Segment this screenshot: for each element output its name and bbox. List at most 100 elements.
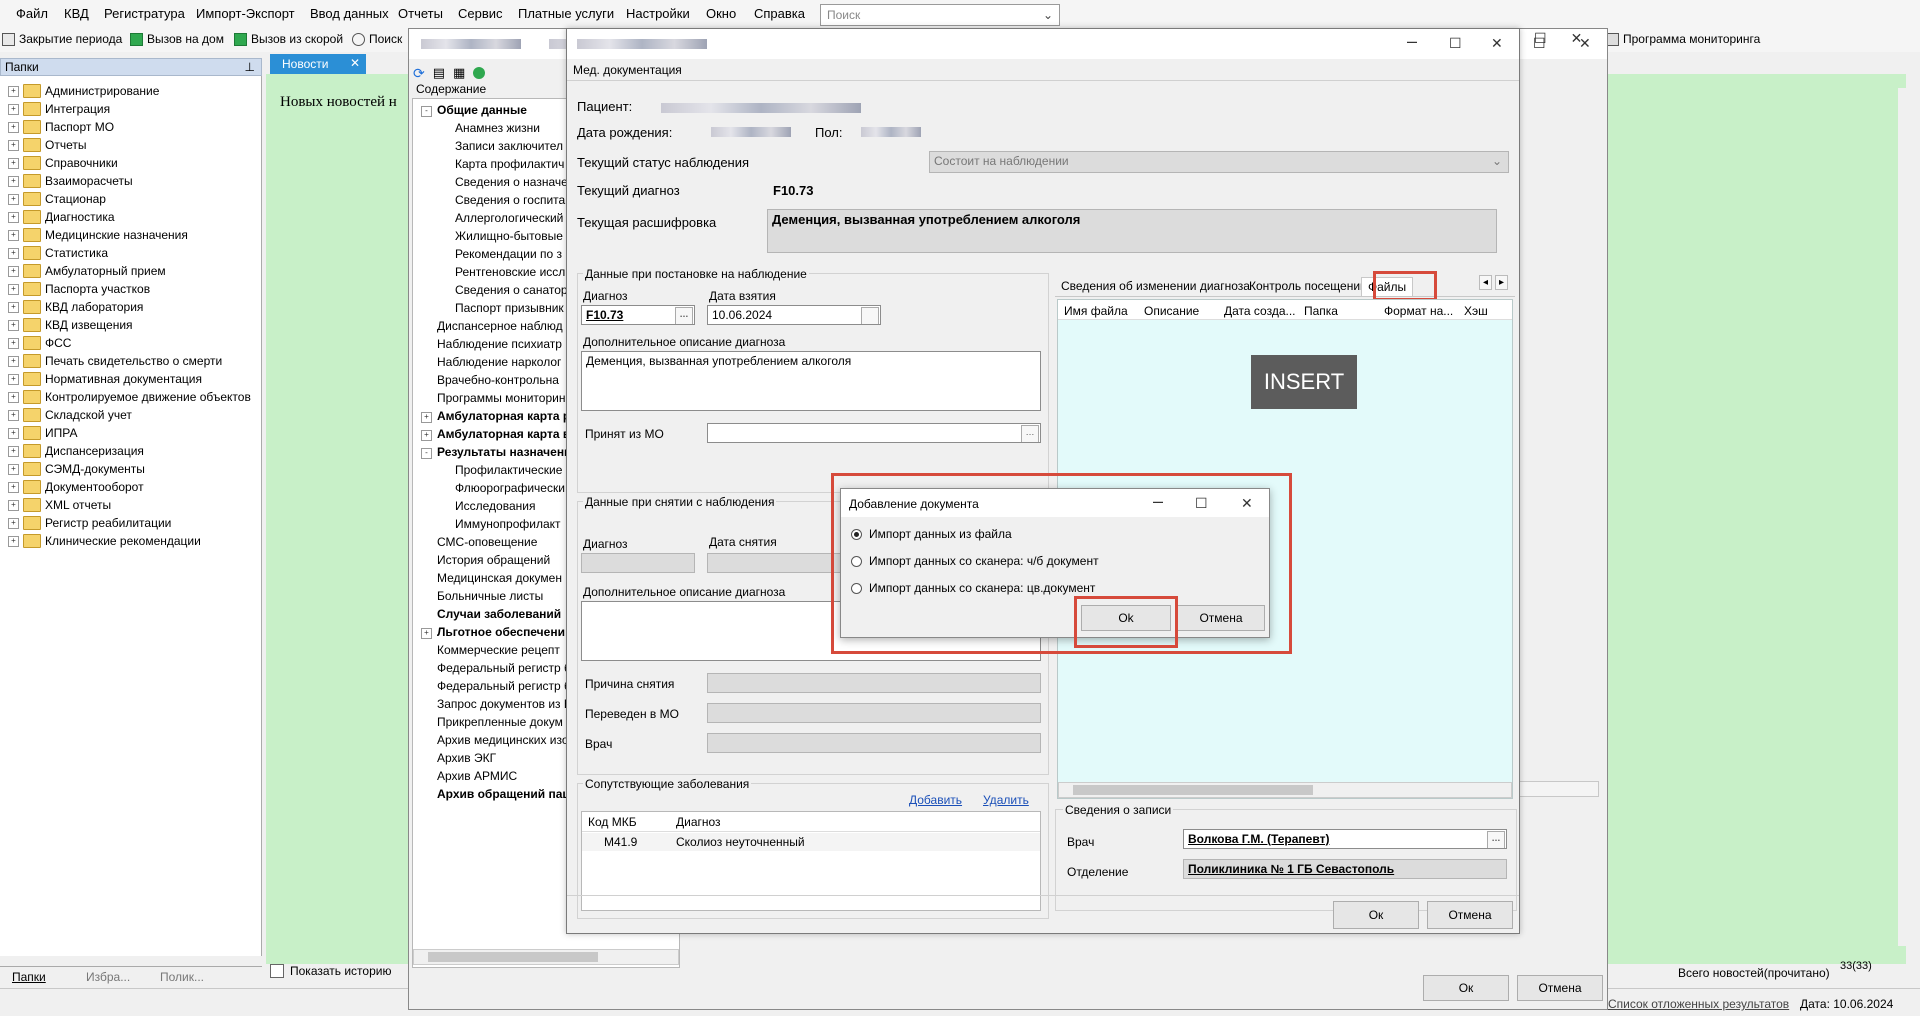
- maximize-icon[interactable]: ☐: [1195, 495, 1208, 512]
- tree-item[interactable]: Диспансерное наблюд: [437, 319, 563, 333]
- ellipsis-icon[interactable]: …: [1021, 425, 1039, 442]
- tree-scrollbar[interactable]: [413, 949, 679, 965]
- tree-item[interactable]: Программы мониторин: [437, 391, 565, 405]
- tree-item[interactable]: Архив ЭКГ: [437, 751, 496, 765]
- tree-item[interactable]: Иммунопрофилакт: [455, 517, 561, 531]
- menu-data-entry[interactable]: Ввод данных: [310, 6, 389, 21]
- close-icon[interactable]: ✕: [1491, 35, 1503, 52]
- folder-item[interactable]: + КВД извещения: [8, 316, 133, 334]
- monitoring-button[interactable]: Программа мониторинга: [1606, 32, 1760, 46]
- folder-item[interactable]: + Документооборот: [8, 478, 144, 496]
- expand-icon[interactable]: +: [8, 103, 19, 115]
- tree-item[interactable]: Архив обращений пац: [437, 787, 570, 801]
- tree-item[interactable]: Федеральный регистр б: [437, 661, 571, 675]
- menu-settings[interactable]: Настройки: [626, 6, 690, 21]
- ok-button[interactable]: Ок: [1333, 901, 1419, 929]
- folder-item[interactable]: + Администрирование: [8, 82, 159, 100]
- tree-item[interactable]: Сведения о назначе: [455, 175, 568, 189]
- folder-item[interactable]: + КВД лаборатория: [8, 298, 143, 316]
- import-option-radio[interactable]: [851, 556, 862, 567]
- tree-scroll-thumb[interactable]: [428, 952, 598, 962]
- expand-icon[interactable]: +: [8, 157, 19, 169]
- layout-icon[interactable]: ▦: [453, 65, 465, 81]
- expand-icon[interactable]: +: [8, 337, 19, 349]
- tab-favorites[interactable]: Избра...: [86, 970, 130, 984]
- folder-item[interactable]: + Стационар: [8, 190, 106, 208]
- tree-item[interactable]: Паспорт призывник: [455, 301, 564, 315]
- expand-icon[interactable]: +: [8, 499, 19, 511]
- expand-icon[interactable]: +: [8, 463, 19, 475]
- expand-icon[interactable]: +: [8, 193, 19, 205]
- folder-item[interactable]: + Интеграция: [8, 100, 110, 118]
- tree-item[interactable]: Амбулаторная карта в: [437, 427, 570, 441]
- pin-icon[interactable]: ⊥: [245, 60, 255, 74]
- expand-icon[interactable]: +: [8, 175, 19, 187]
- folder-item[interactable]: + Клинические рекомендации: [8, 532, 201, 550]
- minimize-icon[interactable]: –: [1407, 31, 1417, 52]
- table-row[interactable]: M41.9 Сколиоз неуточненный: [582, 833, 1040, 851]
- expand-icon[interactable]: +: [421, 412, 432, 423]
- tree-item[interactable]: Рекомендации по з: [455, 247, 562, 261]
- import-option-label[interactable]: Импорт данных из файла: [869, 527, 1012, 541]
- find-button[interactable]: Поиск: [352, 32, 402, 46]
- folder-item[interactable]: + Статистика: [8, 244, 108, 262]
- import-option-radio[interactable]: [851, 583, 862, 594]
- show-history[interactable]: Показать историю: [270, 964, 391, 978]
- tree-item[interactable]: Сведения о госпита: [455, 193, 565, 207]
- expand-icon[interactable]: +: [421, 430, 432, 441]
- folder-item[interactable]: + Взаиморасчеты: [8, 172, 133, 190]
- tree-item[interactable]: СМС-оповещение: [437, 535, 537, 549]
- close-icon[interactable]: ✕: [1241, 495, 1253, 512]
- tab-scroll-left-icon[interactable]: ◂: [1479, 275, 1493, 290]
- expand-icon[interactable]: +: [8, 427, 19, 439]
- home-call-button[interactable]: Вызов на дом: [130, 32, 224, 46]
- expand-icon[interactable]: +: [8, 319, 19, 331]
- folder-item[interactable]: + Амбулаторный прием: [8, 262, 166, 280]
- tree-item[interactable]: Исследования: [455, 499, 535, 513]
- folder-item[interactable]: + ИПРА: [8, 424, 77, 442]
- tree-item[interactable]: Наблюдение нарколог: [437, 355, 561, 369]
- deferred-results-link[interactable]: Список отложенных результатов: [1608, 997, 1789, 1011]
- news-cancel-button[interactable]: Отмена: [1517, 975, 1603, 1001]
- import-option-label[interactable]: Импорт данных со сканера: ч/б документ: [869, 554, 1099, 568]
- expand-icon[interactable]: +: [8, 535, 19, 547]
- tree-item[interactable]: Коммерческие рецепт: [437, 643, 560, 657]
- folder-item[interactable]: + Диспансеризация: [8, 442, 144, 460]
- expand-icon[interactable]: +: [8, 283, 19, 295]
- reason-field[interactable]: [707, 673, 1041, 693]
- menu-help[interactable]: Справка: [754, 6, 805, 21]
- import-option-label[interactable]: Импорт данных со сканера: цв.документ: [869, 581, 1095, 595]
- diag-field[interactable]: F10.73 …: [581, 305, 695, 325]
- document-icon[interactable]: ▤: [433, 65, 445, 81]
- tab-visit-control[interactable]: Контроль посещений: [1249, 279, 1367, 293]
- tree-item[interactable]: Общие данные: [437, 103, 527, 117]
- folder-item[interactable]: + Складской учет: [8, 406, 132, 424]
- menu-file[interactable]: Файл: [16, 6, 48, 21]
- tree-item[interactable]: Федеральный регистр б: [437, 679, 571, 693]
- files-scroll-thumb[interactable]: [1073, 785, 1313, 795]
- expand-icon[interactable]: +: [421, 628, 432, 639]
- transferred-field[interactable]: [707, 703, 1041, 723]
- status-select[interactable]: Состоит на наблюдении ⌄: [929, 151, 1509, 173]
- folder-item[interactable]: + Паспорта участков: [8, 280, 150, 298]
- maximize-icon[interactable]: ☐: [1534, 30, 1547, 50]
- tree-item[interactable]: Архив медицинских изо: [437, 733, 569, 747]
- maximize-icon[interactable]: ☐: [1449, 35, 1462, 52]
- show-history-checkbox[interactable]: [270, 964, 284, 978]
- tree-item[interactable]: Флюорографически: [455, 481, 565, 495]
- tab-news[interactable]: Новости ✕: [270, 54, 366, 74]
- menu-import-export[interactable]: Импорт-Экспорт: [196, 6, 295, 21]
- record-doctor-field[interactable]: Волкова Г.М. (Терапевт) …: [1183, 829, 1507, 849]
- expand-icon[interactable]: +: [8, 121, 19, 133]
- tab-folders[interactable]: Папки: [12, 970, 46, 984]
- folder-item[interactable]: + Справочники: [8, 154, 118, 172]
- tree-item[interactable]: Больничные листы: [437, 589, 543, 603]
- tab-diagnosis-changes[interactable]: Сведения об изменении диагноза: [1061, 279, 1250, 293]
- expand-icon[interactable]: +: [8, 301, 19, 313]
- add-cancel-button[interactable]: Отмена: [1177, 605, 1265, 631]
- info-icon[interactable]: [473, 67, 486, 79]
- ellipsis-icon[interactable]: …: [1487, 831, 1505, 848]
- tree-item[interactable]: Медицинская докумен: [437, 571, 562, 585]
- extra-desc-field[interactable]: Деменция, вызванная употреблением алкого…: [581, 351, 1041, 411]
- folder-item[interactable]: + Контролируемое движение объектов: [8, 388, 251, 406]
